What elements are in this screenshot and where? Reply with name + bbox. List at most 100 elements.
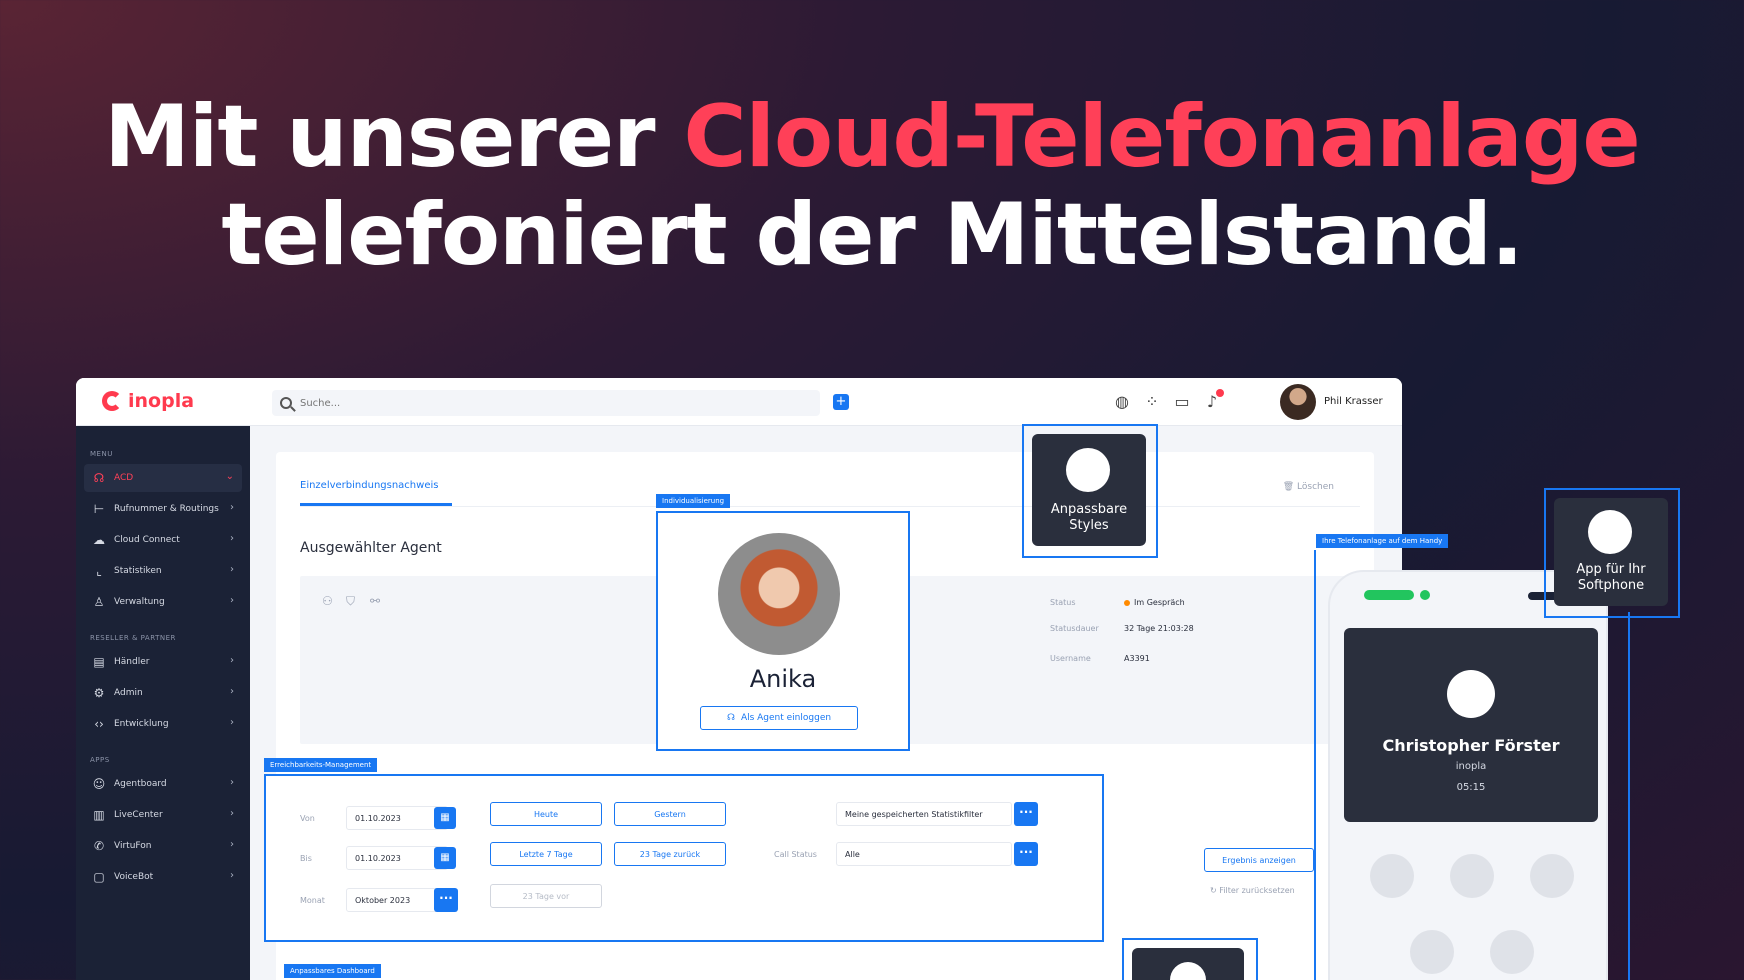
notification-badge	[1216, 389, 1224, 397]
reset-filter-link[interactable]: ↻ Filter zurücksetzen	[1210, 886, 1295, 895]
agent-login-label: Als Agent einloggen	[740, 713, 832, 723]
23-days-back-button[interactable]: 23 Tage zurück	[614, 842, 726, 866]
globe-icon[interactable]: ◍	[1112, 392, 1132, 412]
call-card: Christopher Förster inopla 05:15	[1344, 628, 1598, 822]
from-date-input[interactable]	[346, 806, 448, 830]
sidebar-item-verwaltung[interactable]: ♙ Verwaltung ›	[84, 588, 242, 616]
apps-grid-icon[interactable]: ⁘	[1142, 392, 1162, 412]
styles-label-line-1: Anpassbare	[1050, 502, 1128, 517]
sidebar-item-routings[interactable]: ⊢ Rufnummer & Routings ›	[84, 495, 242, 523]
calendar-icon[interactable]: ▦	[434, 847, 456, 869]
chevron-right-icon: ›	[230, 870, 234, 881]
chevron-right-icon: ›	[230, 502, 234, 513]
phone-frame-line	[1314, 550, 1316, 980]
trash-icon: 🗑	[1282, 482, 1295, 492]
agent-section-title: Ausgewählter Agent	[300, 540, 442, 556]
users-icon[interactable]: ⚇	[322, 594, 333, 608]
search-input[interactable]	[300, 397, 780, 409]
reset-icon: ↻	[1210, 886, 1217, 895]
sidebar-item-haendler[interactable]: ▤ Händler ›	[84, 648, 242, 676]
search-bar	[272, 390, 820, 416]
circle-icon	[1588, 510, 1632, 554]
network-icon[interactable]: ⚯	[370, 594, 380, 608]
caller-avatar	[1447, 670, 1495, 718]
keypad-button[interactable]	[1530, 854, 1574, 898]
live-chart-icon: ▥	[93, 808, 105, 822]
chat-icon[interactable]: ▭	[1172, 392, 1192, 412]
keypad-button[interactable]	[1410, 930, 1454, 974]
sidebar-item-agentboard[interactable]: ☺ Agentboard ›	[84, 770, 242, 798]
to-label: Bis	[300, 854, 312, 863]
tab-divider	[300, 506, 1360, 507]
more-icon[interactable]: ···	[1014, 802, 1038, 826]
keypad-button[interactable]	[1370, 854, 1414, 898]
sidebar-item-label: Statistiken	[114, 566, 162, 576]
sidebar-item-livecenter[interactable]: ▥ LiveCenter ›	[84, 801, 242, 829]
user-name[interactable]: Phil Krasser	[1324, 396, 1383, 407]
bell-icon[interactable]: ♪	[1202, 389, 1224, 412]
search-icon	[280, 397, 292, 409]
keypad-button[interactable]	[1490, 930, 1534, 974]
sidebar-item-statistiken[interactable]: ⌞ Statistiken ›	[84, 557, 242, 585]
agent-icon: ☺	[92, 777, 106, 791]
logo-icon	[102, 391, 122, 411]
inopla-logo[interactable]: inopla	[102, 390, 194, 412]
phone-mockup: Christopher Förster inopla 05:15	[1328, 570, 1608, 980]
sidebar-item-entwicklung[interactable]: ‹› Entwicklung ›	[84, 710, 242, 738]
status-value: Im Gespräch	[1124, 598, 1185, 607]
softphone-label-line-1: App für Ihr	[1576, 562, 1646, 577]
delete-button[interactable]: 🗑 Löschen	[1283, 482, 1334, 492]
softphone-label-line-2: Softphone	[1577, 578, 1645, 593]
today-button[interactable]: Heute	[490, 802, 602, 826]
chevron-right-icon: ›	[230, 655, 234, 666]
agent-login-button[interactable]: ☊ Als Agent einloggen	[700, 706, 858, 730]
show-result-button[interactable]: Ergebnis anzeigen	[1204, 848, 1314, 872]
last-7-days-button[interactable]: Letzte 7 Tage	[490, 842, 602, 866]
calendar-icon[interactable]: ▦	[434, 807, 456, 829]
sidebar-item-virtufon[interactable]: ✆ VirtuFon ›	[84, 832, 242, 860]
to-date-input[interactable]	[346, 846, 448, 870]
chevron-down-icon: ⌄	[225, 471, 234, 482]
keypad-button[interactable]	[1450, 854, 1494, 898]
chevron-right-icon: ›	[230, 595, 234, 606]
styles-label: Anpassbare Styles	[1032, 502, 1146, 534]
sidebar-item-acd[interactable]: ☊ ACD ⌄	[84, 464, 242, 492]
erreichbarkeit-tag: Erreichbarkeits-Management	[264, 758, 378, 772]
sidebar-item-label: Verwaltung	[114, 597, 165, 607]
sidebar-item-voicebot[interactable]: ▢ VoiceBot ›	[84, 863, 242, 891]
phone-tag: Ihre Telefonanlage auf dem Handy	[1316, 534, 1449, 548]
sidebar-item-admin[interactable]: ⚙ Admin ›	[84, 679, 242, 707]
sidebar: MENU ☊ ACD ⌄ ⊢ Rufnummer & Routings › ☁ Cloud…	[76, 426, 250, 980]
admin-icon: ⚙	[93, 686, 105, 700]
call-status-select[interactable]	[836, 842, 1012, 866]
more-icon[interactable]: ···	[1014, 842, 1038, 866]
softphone-highlight: App für Ihr Softphone	[1544, 488, 1680, 618]
headset-icon: ☊	[93, 471, 105, 485]
status-dot	[1124, 599, 1130, 606]
call-status-pill	[1364, 590, 1414, 600]
chevron-right-icon: ›	[230, 686, 234, 697]
styles-highlight: Anpassbare Styles	[1022, 424, 1158, 558]
tab-einzelverbindungsnachweis[interactable]: Einzelverbindungsnachweis	[300, 480, 452, 506]
more-icon[interactable]: ···	[434, 888, 458, 912]
chevron-right-icon: ›	[230, 808, 234, 819]
sidebar-section-apps: APPS	[90, 756, 110, 764]
yesterday-button[interactable]: Gestern	[614, 802, 726, 826]
sidebar-item-label: ACD	[114, 473, 134, 483]
chevron-right-icon: ›	[230, 564, 234, 575]
sidebar-item-label: LiveCenter	[114, 810, 163, 820]
user-icon: ♙	[93, 595, 105, 609]
user-avatar[interactable]	[1280, 384, 1316, 420]
softphone-card: App für Ihr Softphone	[1554, 498, 1668, 606]
saved-filters-select[interactable]	[836, 802, 1012, 826]
23-days-forward-button[interactable]: 23 Tage vor	[490, 884, 602, 908]
styles-card: Anpassbare Styles	[1032, 434, 1146, 546]
agent-photo	[718, 533, 840, 655]
sidebar-item-cloud-connect[interactable]: ☁ Cloud Connect ›	[84, 526, 242, 554]
routing-icon: ⊢	[93, 502, 105, 516]
add-button[interactable]: +	[833, 394, 849, 410]
shield-icon[interactable]: ⛉	[346, 594, 355, 609]
month-input[interactable]	[346, 888, 448, 912]
sidebar-item-label: Händler	[114, 657, 150, 667]
styles-label-line-2: Styles	[1069, 518, 1109, 533]
